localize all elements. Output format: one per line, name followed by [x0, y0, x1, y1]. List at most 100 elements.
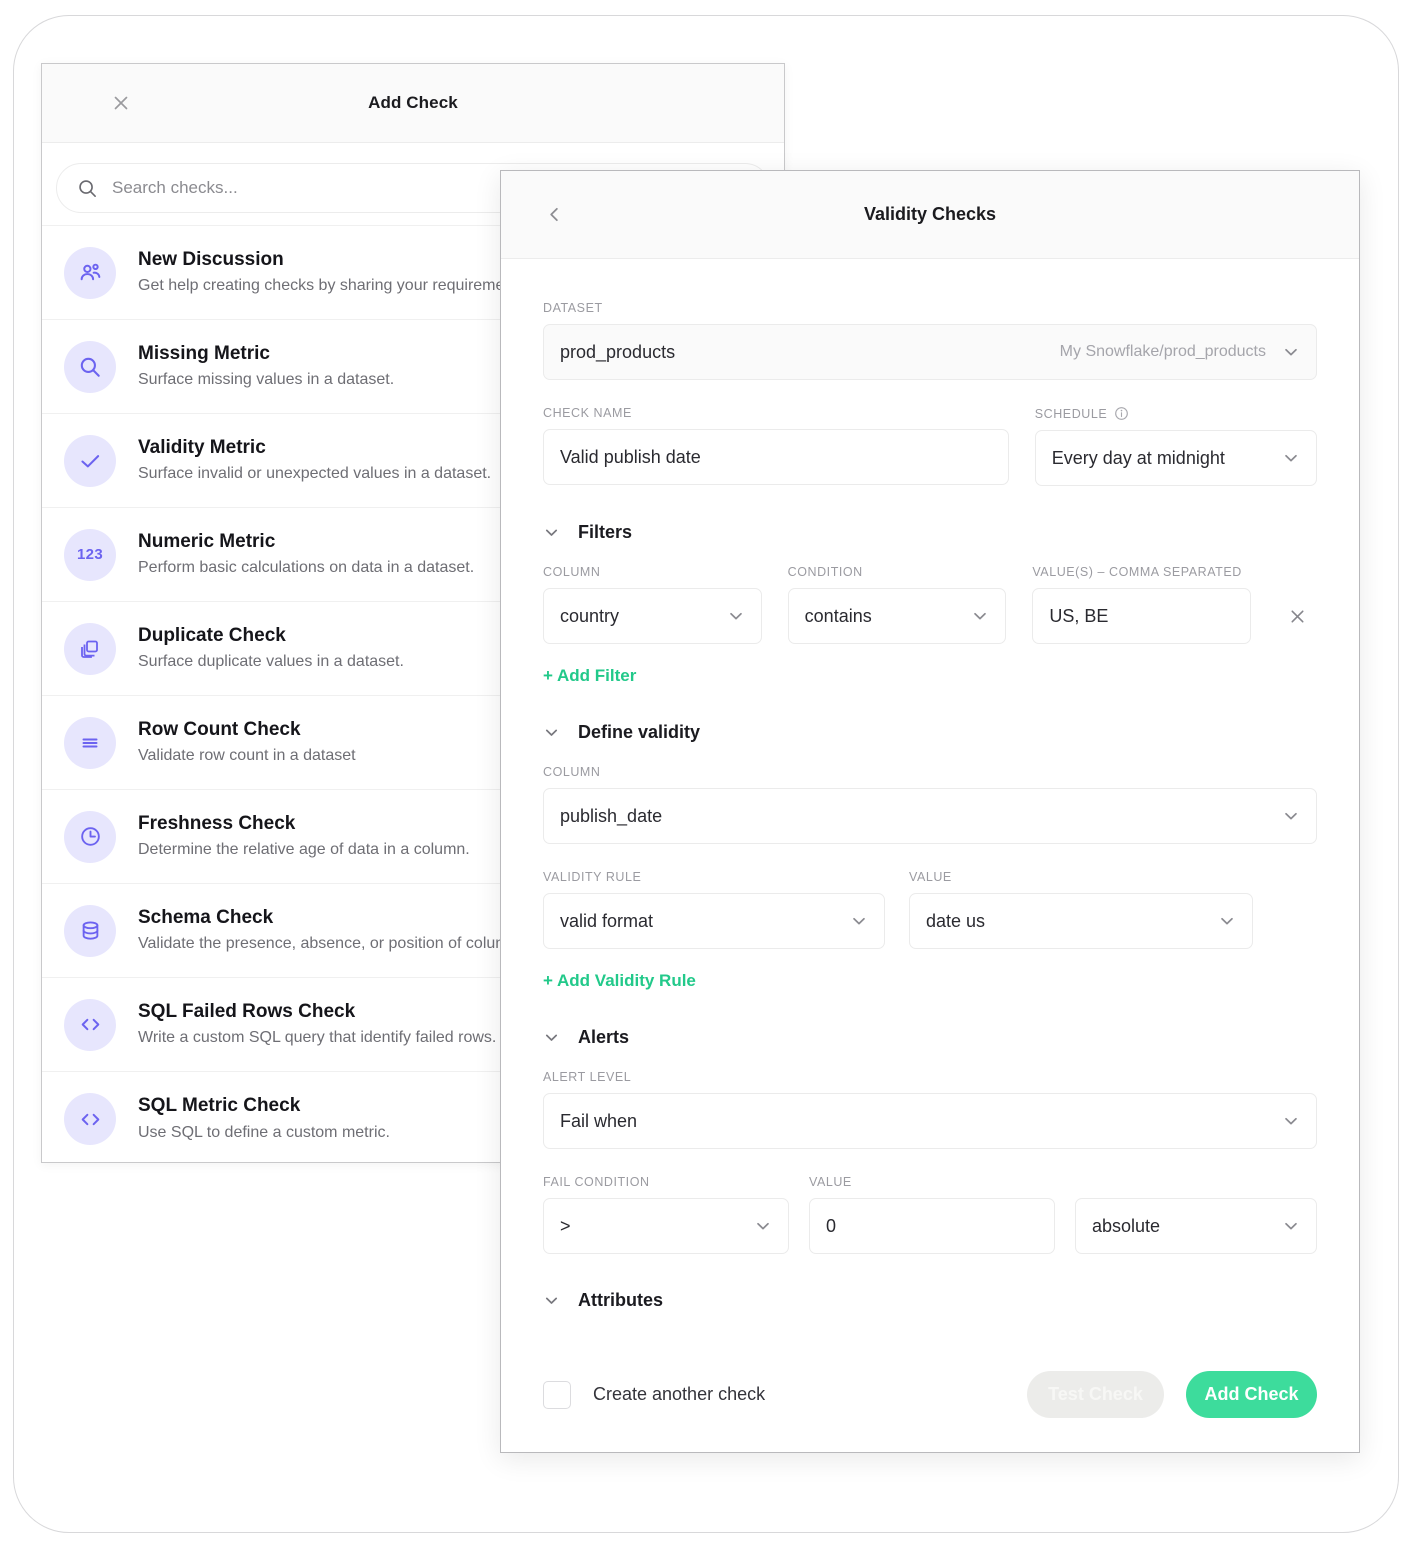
check-icon: [64, 435, 116, 487]
check-name-input[interactable]: Valid publish date: [543, 429, 1009, 485]
attributes-section-toggle[interactable]: Attributes: [543, 1290, 1317, 1311]
chevron-down-icon: [1282, 343, 1300, 361]
list-item-title: Validity Metric: [138, 434, 491, 462]
validity-checks-header: Validity Checks: [501, 171, 1359, 259]
dataset-value: prod_products: [560, 342, 675, 363]
filter-column-select[interactable]: country: [543, 588, 762, 644]
list-item-desc: Determine the relative age of data in a …: [138, 837, 470, 863]
search-placeholder: Search checks...: [112, 178, 238, 198]
define-validity-section-toggle[interactable]: Define validity: [543, 722, 1317, 743]
list-item-desc: Perform basic calculations on data in a …: [138, 555, 474, 581]
fail-condition-select[interactable]: >: [543, 1198, 789, 1254]
list-item-title: Row Count Check: [138, 716, 356, 744]
list-item-text: New Discussion Get help creating checks …: [138, 246, 530, 299]
list-item-text: Validity Metric Surface invalid or unexp…: [138, 434, 491, 487]
check-name-field-group: CHECK NAME Valid publish date: [543, 406, 1009, 486]
filter-condition-value: contains: [805, 606, 872, 627]
schedule-label: SCHEDULE: [1035, 406, 1317, 421]
chevron-down-icon: [850, 912, 868, 930]
list-item-title: Duplicate Check: [138, 622, 404, 650]
panel-footer: Create another check Test Check Add Chec…: [501, 1371, 1359, 1452]
alert-value-label: VALUE: [809, 1175, 1055, 1189]
create-another-check-group: Create another check: [543, 1381, 765, 1409]
create-another-check-label: Create another check: [593, 1384, 765, 1405]
fail-condition-value: >: [560, 1216, 571, 1237]
test-check-button[interactable]: Test Check: [1027, 1371, 1164, 1418]
filter-column-value: country: [560, 606, 619, 627]
check-name-value: Valid publish date: [560, 447, 701, 468]
filters-section-toggle[interactable]: Filters: [543, 522, 1317, 543]
schedule-value: Every day at midnight: [1052, 448, 1225, 469]
footer-buttons: Test Check Add Check: [1027, 1371, 1317, 1418]
users-icon: [64, 247, 116, 299]
list-item-text: Freshness Check Determine the relative a…: [138, 810, 470, 863]
alert-mode-label: [1075, 1175, 1317, 1189]
chevron-down-icon: [543, 724, 560, 741]
alert-value-input[interactable]: 0: [809, 1198, 1055, 1254]
alert-mode-select[interactable]: absolute: [1075, 1198, 1317, 1254]
create-another-check-checkbox[interactable]: [543, 1381, 571, 1409]
add-check-header: Add Check: [42, 64, 784, 143]
chevron-down-icon: [971, 607, 989, 625]
alert-mode-group: absolute: [1075, 1175, 1317, 1254]
validity-column-group: COLUMN publish_date: [543, 765, 1317, 844]
list-item-text: SQL Failed Rows Check Write a custom SQL…: [138, 998, 496, 1051]
fail-condition-row: FAIL CONDITION > VALUE 0: [543, 1175, 1317, 1254]
chevron-down-icon: [1282, 807, 1300, 825]
screenshot-root: Add Check Search checks...: [0, 0, 1412, 1546]
close-icon[interactable]: [1277, 588, 1317, 644]
chevron-down-icon: [543, 1292, 560, 1309]
alert-level-group: ALERT LEVEL Fail when: [543, 1070, 1317, 1149]
chevron-down-icon: [1218, 912, 1236, 930]
copy-icon: [64, 623, 116, 675]
alerts-section-toggle[interactable]: Alerts: [543, 1027, 1317, 1048]
filters-heading: Filters: [578, 522, 632, 543]
rows-icon: [64, 717, 116, 769]
filter-row: COLUMN country CONDITION contains: [543, 565, 1317, 644]
list-item-text: SQL Metric Check Use SQL to define a cus…: [138, 1092, 390, 1145]
list-item-title: SQL Failed Rows Check: [138, 998, 496, 1026]
list-item-title: Freshness Check: [138, 810, 470, 838]
dataset-label: DATASET: [543, 301, 1317, 315]
dataset-path: My Snowflake/prod_products: [1060, 343, 1282, 361]
list-item-desc: Surface duplicate values in a dataset.: [138, 649, 404, 675]
alerts-heading: Alerts: [578, 1027, 629, 1048]
list-item-desc: Get help creating checks by sharing your…: [138, 273, 530, 299]
info-icon[interactable]: [1114, 406, 1129, 421]
chevron-down-icon: [1282, 1112, 1300, 1130]
chevron-down-icon: [754, 1217, 772, 1235]
numbers-icon: 123: [64, 529, 116, 581]
list-item-title: SQL Metric Check: [138, 1092, 390, 1120]
add-validity-rule-button[interactable]: + Add Validity Rule: [543, 971, 696, 991]
validity-value-select[interactable]: date us: [909, 893, 1253, 949]
list-item-text: Schema Check Validate the presence, abse…: [138, 904, 530, 957]
list-item-title: Missing Metric: [138, 340, 394, 368]
alert-level-select[interactable]: Fail when: [543, 1093, 1317, 1149]
filter-condition-select[interactable]: contains: [788, 588, 1007, 644]
schedule-field-group: SCHEDULE Every day at midnight: [1035, 406, 1317, 486]
list-item-title: New Discussion: [138, 246, 530, 274]
validity-rule-select[interactable]: valid format: [543, 893, 885, 949]
list-item-title: Schema Check: [138, 904, 530, 932]
add-check-button[interactable]: Add Check: [1186, 1371, 1317, 1418]
alert-level-label: ALERT LEVEL: [543, 1070, 1317, 1084]
alert-level-value: Fail when: [560, 1111, 637, 1132]
dataset-select[interactable]: prod_products My Snowflake/prod_products: [543, 324, 1317, 380]
add-filter-button[interactable]: + Add Filter: [543, 666, 636, 686]
list-item-text: Numeric Metric Perform basic calculation…: [138, 528, 474, 581]
alert-value-group: VALUE 0: [809, 1175, 1055, 1254]
validity-value: date us: [926, 911, 985, 932]
chevron-down-icon: [543, 524, 560, 541]
validity-column-value: publish_date: [560, 806, 662, 827]
list-item-text: Missing Metric Surface missing values in…: [138, 340, 394, 393]
chevron-down-icon: [1282, 449, 1300, 467]
chevron-down-icon: [1282, 1217, 1300, 1235]
filter-value-input[interactable]: US, BE: [1032, 588, 1251, 644]
attributes-heading: Attributes: [578, 1290, 663, 1311]
close-icon[interactable]: [108, 90, 134, 116]
validity-column-select[interactable]: publish_date: [543, 788, 1317, 844]
schedule-select[interactable]: Every day at midnight: [1035, 430, 1317, 486]
validity-value-label: VALUE: [909, 870, 1253, 884]
list-item-desc: Validate the presence, absence, or posit…: [138, 931, 530, 957]
chevron-left-icon[interactable]: [541, 202, 567, 228]
